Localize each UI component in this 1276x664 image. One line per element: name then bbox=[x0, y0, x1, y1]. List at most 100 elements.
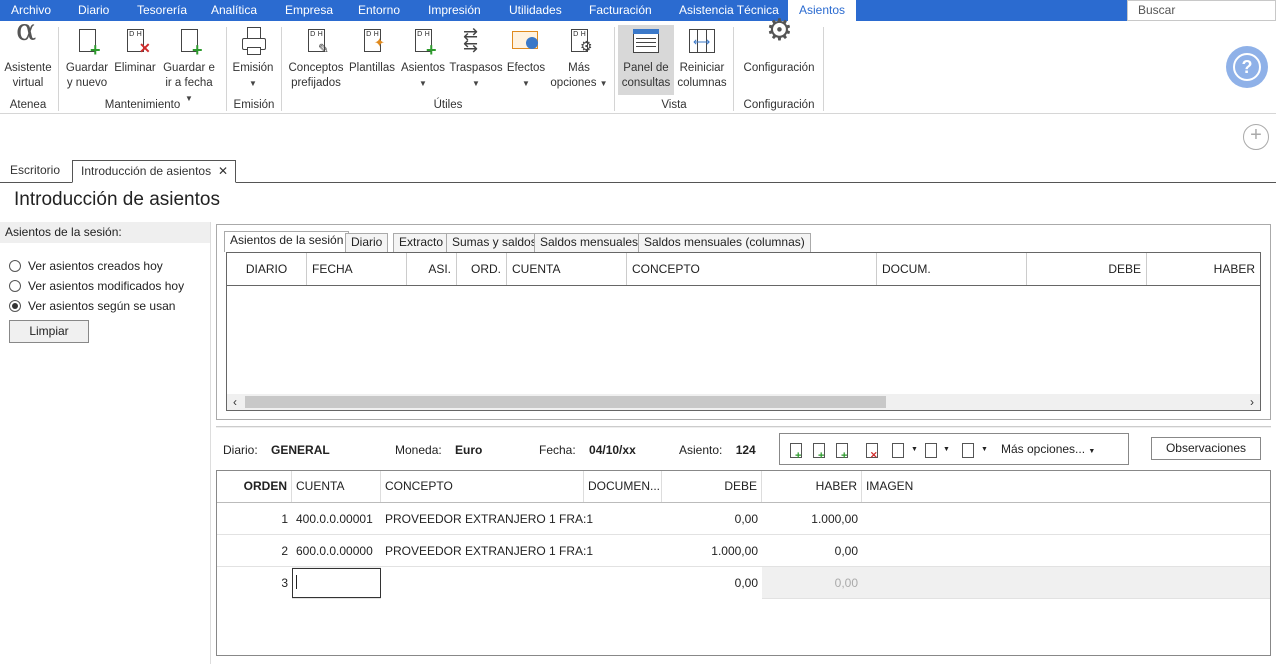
reset-columns-button[interactable]: ⟷ Reiniciar columnas bbox=[676, 25, 728, 91]
radio-modified-today[interactable]: Ver asientos modificados hoy bbox=[9, 278, 184, 294]
radio-created-today[interactable]: Ver asientos creados hoy bbox=[9, 258, 163, 274]
menu-impresion[interactable]: Impresión bbox=[428, 0, 481, 21]
menu-asistencia[interactable]: Asistencia Técnica bbox=[679, 0, 779, 21]
horizontal-scrollbar[interactable]: ‹ › bbox=[227, 394, 1260, 410]
search-input[interactable]: Buscar bbox=[1127, 0, 1276, 21]
table-row-current[interactable]: 3 0,00 0,00 bbox=[217, 567, 1270, 599]
menu-diario[interactable]: Diario bbox=[78, 0, 109, 21]
column-header-haber[interactable]: HABER bbox=[762, 471, 862, 502]
table-row[interactable]: 2 600.0.0.00000 PROVEEDOR EXTRANJERO 1 F… bbox=[217, 535, 1270, 567]
column-header-diario[interactable]: DIARIO bbox=[227, 253, 307, 285]
group-separator bbox=[614, 27, 615, 111]
save-date-label-2: ir a fecha bbox=[165, 77, 213, 89]
add-line-icon[interactable]: + bbox=[813, 443, 825, 462]
cell-debe[interactable]: 0,00 bbox=[662, 567, 762, 599]
menu-empresa[interactable]: Empresa bbox=[285, 0, 333, 21]
tab-diario[interactable]: Diario bbox=[345, 233, 389, 252]
split-line-icon[interactable] bbox=[925, 443, 937, 458]
more-options-button[interactable]: D H ⚙ Más opciones ▼ bbox=[548, 25, 610, 91]
group-separator bbox=[281, 27, 282, 111]
tab-saldos-columnas[interactable]: Saldos mensuales (columnas) bbox=[638, 233, 811, 252]
tab-introduccion[interactable]: Introducción de asientos ✕ bbox=[72, 160, 237, 183]
virtual-assistant-button[interactable]: α Asistente virtual bbox=[3, 16, 53, 91]
cell-haber[interactable]: 0,00 bbox=[762, 567, 862, 599]
emission-button[interactable]: Emisión ▼ bbox=[231, 25, 275, 91]
chevron-down-icon[interactable]: ▼ bbox=[911, 446, 918, 453]
column-header-asi[interactable]: ASI. bbox=[407, 253, 457, 285]
group-configuracion: Configuración bbox=[743, 99, 815, 111]
cell-cuenta[interactable]: 400.0.0.00001 bbox=[292, 503, 381, 535]
more-options-dropdown[interactable]: Más opciones... ▼ bbox=[1001, 442, 1095, 456]
check-line-icon[interactable] bbox=[892, 443, 904, 458]
reset-label-1: Reiniciar bbox=[679, 62, 725, 74]
menu-utilidades[interactable]: Utilidades bbox=[509, 0, 562, 21]
query-panel-button[interactable]: Panel de consultas bbox=[618, 25, 674, 95]
group-atenea: Atenea bbox=[9, 99, 47, 111]
cell-haber[interactable]: 1.000,00 bbox=[762, 503, 862, 535]
add-tab-icon[interactable]: + bbox=[1243, 124, 1269, 150]
menu-entorno[interactable]: Entorno bbox=[358, 0, 400, 21]
column-header-documento[interactable]: DOCUMEN... bbox=[584, 471, 662, 502]
menu-asientos[interactable]: Asientos bbox=[788, 0, 856, 21]
column-header-cuenta[interactable]: CUENTA bbox=[507, 253, 627, 285]
observations-button[interactable]: Observaciones bbox=[1151, 437, 1261, 460]
chevron-down-icon: ▼ bbox=[1088, 448, 1096, 455]
cell-debe[interactable]: 1.000,00 bbox=[662, 535, 762, 567]
column-header-fecha[interactable]: FECHA bbox=[307, 253, 407, 285]
chevron-down-icon[interactable]: ▼ bbox=[981, 446, 988, 453]
entries-button[interactable]: D H + Asientos ▼ bbox=[399, 25, 447, 91]
tab-escritorio[interactable]: Escritorio bbox=[2, 160, 68, 183]
cuenta-edit-input[interactable] bbox=[292, 568, 381, 598]
scroll-right-icon[interactable]: › bbox=[1244, 394, 1260, 410]
column-header-debe[interactable]: DEBE bbox=[662, 471, 762, 502]
emission-label: Emisión bbox=[232, 62, 274, 74]
duplicate-line-icon[interactable]: + bbox=[836, 443, 848, 462]
close-icon[interactable]: ✕ bbox=[218, 161, 228, 182]
document-plus-icon: + bbox=[72, 27, 102, 59]
table-row[interactable]: 1 400.0.0.00001 PROVEEDOR EXTRANJERO 1 F… bbox=[217, 503, 1270, 535]
cell-concepto[interactable] bbox=[381, 567, 662, 599]
effects-button[interactable]: Efectos ▼ bbox=[504, 25, 548, 91]
chevron-down-icon[interactable]: ▼ bbox=[943, 446, 950, 453]
group-emision: Emisión bbox=[233, 99, 275, 111]
document-delete-icon: D H ✕ bbox=[127, 29, 151, 56]
tab-extracto[interactable]: Extracto bbox=[393, 233, 450, 252]
column-header-debe[interactable]: DEBE bbox=[1027, 253, 1147, 285]
column-header-concepto[interactable]: CONCEPTO bbox=[627, 253, 877, 285]
tab-sumas-saldos[interactable]: Sumas y saldos bbox=[446, 233, 543, 252]
help-icon[interactable]: ? bbox=[1226, 46, 1268, 88]
transfers-button[interactable]: ⇄ ⇆ Traspasos ▼ bbox=[449, 25, 503, 91]
tab-session-entries[interactable]: Asientos de la sesión bbox=[224, 231, 350, 252]
concepts-button[interactable]: D H ✎ Conceptos prefijados bbox=[286, 25, 346, 91]
line-toolbar: + + + ✕ ▼ ▼ ▼ Más opciones... ▼ bbox=[779, 433, 1129, 465]
clear-button[interactable]: Limpiar bbox=[9, 320, 89, 343]
column-header-imagen[interactable]: IMAGEN bbox=[862, 471, 1062, 502]
cell-cuenta[interactable]: 600.0.0.00000 bbox=[292, 535, 381, 567]
tab-saldos-mensuales[interactable]: Saldos mensuales bbox=[534, 233, 645, 252]
radio-as-used[interactable]: Ver asientos según se usan bbox=[9, 298, 175, 314]
cell-haber[interactable]: 0,00 bbox=[762, 535, 862, 567]
document-search-icon[interactable] bbox=[962, 443, 974, 458]
templates-button[interactable]: D H ✦ Plantillas bbox=[347, 25, 397, 76]
column-header-concepto[interactable]: CONCEPTO bbox=[381, 471, 584, 502]
menu-facturacion[interactable]: Facturación bbox=[589, 0, 652, 21]
column-header-orden[interactable]: ORDEN bbox=[217, 471, 292, 502]
cell-concepto[interactable]: PROVEEDOR EXTRANJERO 1 FRA:1 bbox=[381, 503, 593, 535]
cell-debe[interactable]: 0,00 bbox=[662, 503, 762, 535]
column-header-ord[interactable]: ORD. bbox=[457, 253, 507, 285]
delete-line-icon[interactable]: ✕ bbox=[866, 443, 878, 460]
menu-tesoreria[interactable]: Tesorería bbox=[137, 0, 187, 21]
column-header-haber[interactable]: HABER bbox=[1147, 253, 1260, 285]
delete-button[interactable]: D H ✕ Eliminar bbox=[112, 25, 158, 76]
cell-concepto[interactable]: PROVEEDOR EXTRANJERO 1 FRA:1 bbox=[381, 535, 593, 567]
configuration-button[interactable]: ⚙ Configuración bbox=[738, 14, 820, 76]
insert-line-icon[interactable]: + bbox=[790, 443, 802, 462]
column-header-cuenta[interactable]: CUENTA bbox=[292, 471, 381, 502]
scroll-left-icon[interactable]: ‹ bbox=[227, 394, 243, 410]
gear-icon: ⚙ bbox=[766, 14, 793, 47]
save-new-button[interactable]: + Guardar y nuevo bbox=[64, 25, 110, 91]
menu-analitica[interactable]: Analítica bbox=[211, 0, 257, 21]
save-date-button[interactable]: + Guardar e ir a fecha ▼ bbox=[160, 25, 218, 106]
column-header-docum[interactable]: DOCUM. bbox=[877, 253, 1027, 285]
scrollbar-thumb[interactable] bbox=[245, 396, 886, 408]
